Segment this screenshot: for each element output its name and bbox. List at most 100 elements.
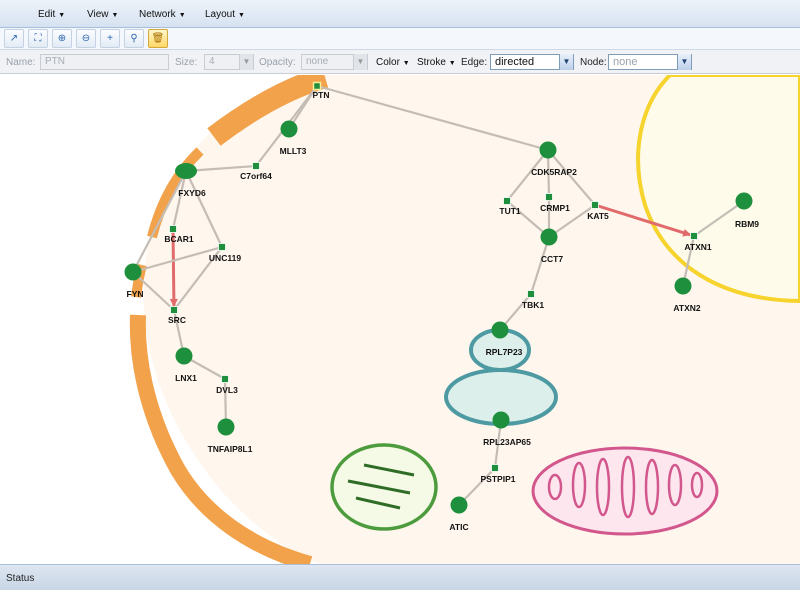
node-label: DVL3 — [216, 385, 238, 395]
cell-compartment — [129, 75, 800, 564]
chevron-down-icon: ▼ — [238, 12, 245, 19]
delete-button[interactable]: 🗑 — [148, 29, 168, 48]
trash-icon: 🗑 — [151, 33, 165, 44]
menu-view[interactable]: View ▼ — [87, 9, 118, 20]
menu-bar: Edit ▼ View ▼ Network ▼ Layout ▼ — [0, 0, 800, 28]
node-label: FXYD6 — [178, 188, 206, 198]
zoom-in-button[interactable]: ⊕ — [52, 29, 72, 48]
zoom-out-button[interactable]: ⊖ — [76, 29, 96, 48]
menu-edit[interactable]: Edit ▼ — [38, 9, 65, 20]
node-marker[interactable] — [450, 496, 468, 514]
color-label: Color — [376, 57, 400, 68]
stroke-label: Stroke — [417, 57, 446, 68]
node-marker[interactable] — [491, 464, 499, 472]
node-marker[interactable] — [312, 81, 322, 91]
node-label: ATXN1 — [684, 242, 712, 252]
node-marker[interactable] — [217, 418, 235, 436]
node-select[interactable]: none ▼ — [608, 54, 692, 70]
network-svg[interactable]: PTN MLLT3 C7orf64 FXYD6 BCAR1 UNC119 FYN SRC LNX… — [0, 75, 800, 564]
node-marker[interactable] — [503, 197, 511, 205]
properties-bar: Name: PTN Size: 4 ▼ Opacity: none ▼ Color … — [0, 50, 800, 74]
node-label: FYN — [127, 289, 144, 299]
node-marker[interactable] — [491, 321, 509, 339]
node-marker[interactable] — [124, 263, 142, 281]
node-label: LNX1 — [175, 373, 197, 383]
toolbar: ↗ ⛶ ⊕ ⊖ + ⚲ 🗑 — [0, 28, 800, 50]
edge-label: Edge: — [461, 57, 488, 68]
menu-view-label: View — [87, 9, 109, 20]
chevron-down-icon: ▼ — [677, 54, 691, 70]
name-label: Name: — [6, 57, 36, 68]
node-marker[interactable] — [175, 163, 197, 179]
chevron-down-icon: ▼ — [239, 54, 253, 70]
menu-network-label: Network — [139, 9, 176, 20]
color-dropdown[interactable]: Color ▼ — [376, 57, 410, 68]
node-label: TNFAIP8L1 — [208, 444, 253, 454]
status-text: Status — [6, 573, 35, 584]
zoom-out-icon: ⊖ — [81, 33, 91, 44]
status-bar: Status — [0, 564, 800, 590]
stroke-dropdown[interactable]: Stroke ▼ — [417, 57, 456, 68]
menu-network[interactable]: Network ▼ — [139, 9, 186, 20]
node-label: UNC119 — [209, 253, 241, 263]
node-label: SRC — [168, 315, 186, 325]
node-label: ATIC — [449, 522, 468, 532]
node-marker[interactable] — [674, 277, 692, 295]
node-label: MLLT3 — [280, 146, 307, 156]
node-label: C7orf64 — [240, 171, 272, 181]
fit-icon: ⛶ — [34, 33, 42, 44]
name-value: PTN — [45, 56, 65, 67]
menu-layout[interactable]: Layout ▼ — [205, 9, 245, 20]
node-label: PSTPIP1 — [481, 474, 516, 484]
node-label: RBM9 — [735, 219, 759, 229]
chevron-down-icon: ▼ — [559, 54, 573, 70]
arrow-icon: ↗ — [9, 33, 19, 44]
name-field[interactable]: PTN — [40, 54, 169, 70]
node-marker[interactable] — [170, 306, 178, 314]
chevron-down-icon: ▼ — [58, 12, 66, 19]
node-label: TUT1 — [499, 206, 521, 216]
node-marker[interactable] — [492, 411, 510, 429]
chevron-down-icon: ▼ — [402, 60, 410, 67]
node-marker[interactable] — [169, 225, 177, 233]
zoom-in-icon: ⊕ — [57, 33, 67, 44]
node-label: RPL23AP65 — [483, 437, 531, 447]
add-edge-button[interactable]: ⚲ — [124, 29, 144, 48]
node-marker[interactable] — [545, 193, 553, 201]
menu-layout-label: Layout — [205, 9, 236, 20]
node-marker[interactable] — [175, 347, 193, 365]
fit-view-button[interactable]: ⛶ — [28, 29, 48, 48]
node-marker[interactable] — [540, 228, 558, 246]
node-marker[interactable] — [539, 141, 557, 159]
opacity-label: Opacity: — [259, 57, 296, 68]
node-label: RPL7P23 — [486, 347, 523, 357]
node-label: CCT7 — [541, 254, 563, 264]
node-label: CDK5RAP2 — [531, 167, 577, 177]
node-marker[interactable] — [252, 162, 260, 170]
node-marker[interactable] — [690, 232, 698, 240]
opacity-value: none — [306, 56, 329, 67]
chevron-down-icon: ▼ — [178, 12, 186, 19]
node-marker[interactable] — [218, 243, 226, 251]
add-icon: + — [107, 33, 113, 44]
opacity-select[interactable]: none ▼ — [301, 54, 368, 70]
node-label: PTN — [313, 90, 330, 100]
node-marker[interactable] — [591, 201, 599, 209]
network-canvas[interactable]: PTN MLLT3 C7orf64 FXYD6 BCAR1 UNC119 FYN SRC LNX… — [0, 75, 800, 564]
node-marker[interactable] — [527, 290, 535, 298]
size-select[interactable]: 4 ▼ — [204, 54, 254, 70]
node-marker[interactable] — [735, 192, 753, 210]
node-label: KAT5 — [587, 211, 609, 221]
size-label: Size: — [175, 57, 198, 68]
node-label: TBK1 — [522, 300, 544, 310]
node-marker[interactable] — [221, 375, 229, 383]
node-label: BCAR1 — [164, 234, 194, 244]
chevron-down-icon: ▼ — [353, 54, 367, 70]
select-tool-button[interactable]: ↗ — [4, 29, 24, 48]
node-label: Node: — [580, 57, 607, 68]
menu-edit-label: Edit — [38, 9, 56, 20]
add-node-button[interactable]: + — [100, 29, 120, 48]
link-icon: ⚲ — [130, 33, 138, 44]
edge-select[interactable]: directed ▼ — [490, 54, 574, 70]
node-marker[interactable] — [280, 120, 298, 138]
